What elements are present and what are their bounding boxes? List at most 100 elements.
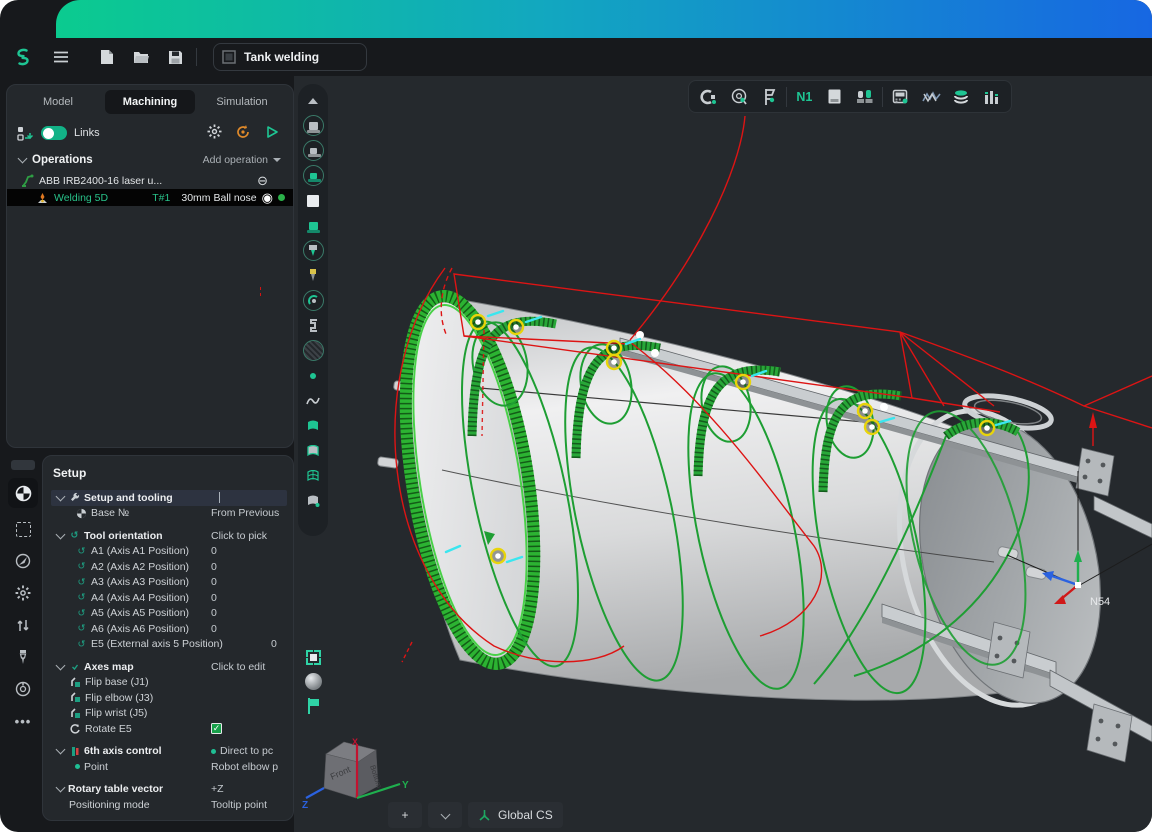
tab-machining[interactable]: Machining <box>105 90 195 114</box>
cs-triad-icon <box>478 809 491 822</box>
open-file-button[interactable] <box>126 44 156 70</box>
diagram-icon[interactable] <box>916 84 946 110</box>
curves-icon[interactable] <box>300 388 326 413</box>
strip-handle[interactable] <box>11 460 35 470</box>
rotary-icon[interactable] <box>300 288 326 313</box>
setup-row-tool-orientation[interactable]: ↺ Tool orientation Click to pick <box>51 528 287 544</box>
setup-row-e5[interactable]: ↺E5 (External axis 5 Position)0 <box>51 637 287 653</box>
machine-3-icon[interactable] <box>300 163 326 188</box>
document-title-box[interactable]: Tank welding <box>213 43 367 71</box>
nc-program-icon[interactable]: N1 <box>789 84 819 110</box>
tab-model[interactable]: Model <box>13 90 103 114</box>
gear-icon <box>15 585 31 601</box>
setup-row-6th-axis[interactable]: 6th axis control Direct to pc <box>51 744 287 760</box>
drill-tool-button[interactable] <box>8 644 38 670</box>
mesh-icon[interactable] <box>300 338 326 363</box>
add-cs-button[interactable]: + <box>388 802 422 828</box>
setup-row-rotary-vector[interactable]: Rotary table vector +Z <box>51 782 287 798</box>
triad-label: N54 <box>1090 596 1110 608</box>
layers-icon[interactable] <box>946 84 976 110</box>
operation-enabled-dot[interactable] <box>278 194 285 201</box>
settings-gear-button[interactable] <box>203 124 225 142</box>
tool-bit-icon[interactable] <box>300 263 326 288</box>
stock-box-icon[interactable] <box>300 188 326 213</box>
global-cs-button[interactable]: Global CS <box>468 802 563 828</box>
clamp-icon[interactable] <box>300 313 326 338</box>
setup-row-flip-base[interactable]: Flip base (J1) <box>51 675 287 691</box>
collapse-up-icon[interactable] <box>300 88 326 113</box>
shading-sphere-icon[interactable] <box>305 673 322 690</box>
tab-simulation[interactable]: Simulation <box>197 90 287 114</box>
setup-row-axes-map[interactable]: Axes map Click to edit <box>51 659 287 675</box>
save-file-button[interactable] <box>160 44 190 70</box>
dial-button[interactable] <box>8 676 38 702</box>
main-menu-button[interactable] <box>46 44 76 70</box>
new-file-button[interactable] <box>92 44 122 70</box>
setup-row-a6[interactable]: ↺A6 (Axis A6 Position)0 <box>51 621 287 637</box>
setup-row-base[interactable]: Base № From Previous <box>51 506 287 522</box>
new-file-icon <box>100 49 114 65</box>
save-floppy-icon <box>168 50 183 65</box>
setup-row-rotate-e5[interactable]: Rotate E5 ✓ <box>51 721 287 737</box>
minus-circle-icon[interactable]: ⊖ <box>257 174 268 187</box>
setup-row-setup-and-tooling[interactable]: Setup and tooling <box>51 490 287 506</box>
swap-arrows-button[interactable] <box>8 612 38 638</box>
compass-button[interactable] <box>8 548 38 574</box>
add-operation-button[interactable]: Add operation <box>203 154 281 166</box>
cs-dropdown-button[interactable] <box>428 802 462 828</box>
gear-icon <box>207 124 222 139</box>
stock-icon[interactable] <box>820 84 850 110</box>
machine-1-icon[interactable] <box>300 113 326 138</box>
surface-point-icon[interactable] <box>300 488 326 513</box>
more-button[interactable]: ••• <box>8 708 38 734</box>
document-title: Tank welding <box>244 50 319 64</box>
setup-row-a4[interactable]: ↺A4 (Axis A4 Position)0 <box>51 590 287 606</box>
caliper-icon[interactable] <box>754 84 784 110</box>
recalculate-button[interactable] <box>232 124 254 143</box>
tree-item-welding[interactable]: Welding 5D T#1 30mm Ball nose ◉ <box>7 189 293 206</box>
setup-row-flip-wrist[interactable]: Flip wrist (J5) <box>51 706 287 722</box>
run-button[interactable] <box>261 125 283 142</box>
target-circle-icon[interactable]: ◉ <box>262 191 273 204</box>
compass-icon <box>15 553 31 569</box>
setup-row-positioning-mode[interactable]: Positioning mode Tooltip point <box>51 797 287 813</box>
measure-tape-icon[interactable] <box>723 84 753 110</box>
scene-3d[interactable]: N54 <box>294 76 1152 832</box>
rotate-e5-checkbox[interactable]: ✓ <box>211 723 222 734</box>
robot-cell-icon[interactable] <box>850 84 880 110</box>
global-cs-label: Global CS <box>498 808 553 822</box>
machining-panel: Model Machining Simulation Links <box>6 84 294 448</box>
surface-sheet-icon[interactable] <box>300 438 326 463</box>
setup-row-a3[interactable]: ↺A3 (Axis A3 Position)0 <box>51 575 287 591</box>
chevron-down-icon <box>56 745 66 755</box>
viewport-3d[interactable]: N54 N1 <box>294 76 1152 832</box>
links-toggle[interactable] <box>41 126 67 140</box>
spindle-icon[interactable] <box>300 238 326 263</box>
coordinate-system-bar: + Global CS <box>388 802 563 828</box>
setup-row-point[interactable]: Point Robot elbow p <box>51 759 287 775</box>
surface-solid-icon[interactable] <box>300 413 326 438</box>
setup-row-a1[interactable]: ↺A1 (Axis A1 Position)0 <box>51 544 287 560</box>
operations-header[interactable]: Operations Add operation <box>7 148 293 172</box>
toolbar-separator <box>882 87 883 107</box>
app-logo[interactable] <box>8 44 38 70</box>
strip-settings-button[interactable] <box>8 580 38 606</box>
machine-2-icon[interactable] <box>300 138 326 163</box>
tree-item-robot[interactable]: ABB IRB2400-16 laser u... ⊖ <box>7 172 293 189</box>
toggle-knob <box>43 128 54 139</box>
setup-row-a2[interactable]: ↺A2 (Axis A2 Position)0 <box>51 559 287 575</box>
points-icon[interactable] <box>300 363 326 388</box>
flip-icon <box>70 677 81 688</box>
control-panel-icon[interactable] <box>885 84 915 110</box>
setup-row-flip-elbow[interactable]: Flip elbow (J3) <box>51 690 287 706</box>
machine-active-icon[interactable] <box>300 213 326 238</box>
go-flag-icon[interactable] <box>306 698 320 714</box>
marquee-select-button[interactable] <box>8 516 38 542</box>
snap-settings-icon[interactable] <box>693 84 723 110</box>
zoom-fit-icon[interactable] <box>306 650 321 665</box>
setup-row-a5[interactable]: ↺A5 (Axis A5 Position)0 <box>51 606 287 622</box>
robot-arm-icon <box>21 174 34 187</box>
datum-button[interactable] <box>8 478 38 508</box>
surface-grid-icon[interactable] <box>300 463 326 488</box>
statistics-icon[interactable] <box>977 84 1007 110</box>
